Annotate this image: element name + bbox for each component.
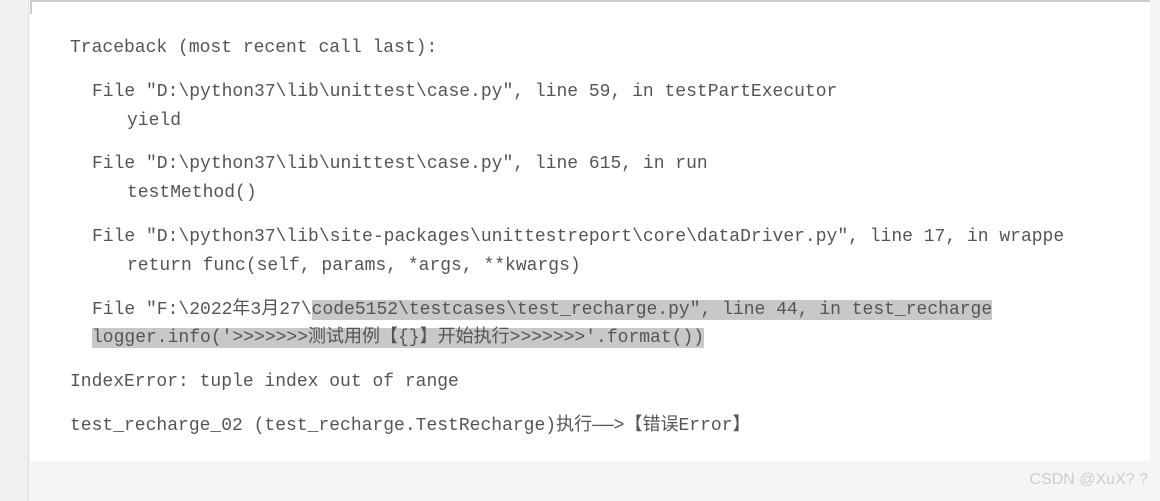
- frame-file-line: File "D:\python37\lib\site-packages\unit…: [92, 223, 1130, 252]
- frame-code-line: logger.info('>>>>>>>测试用例【{}】开始执行>>>>>>>'…: [92, 324, 1130, 353]
- header-divider: [192, 0, 194, 2]
- stack-frame: File "D:\python37\lib\unittest\case.py",…: [92, 150, 1130, 208]
- frame-file-line: File "D:\python37\lib\unittest\case.py",…: [92, 150, 1130, 179]
- stack-frame-highlighted: File "F:\2022年3月27\code5152\testcases\te…: [92, 296, 1130, 354]
- left-margin: [0, 0, 29, 501]
- highlighted-text: code5152\testcases\test_recharge.py", li…: [312, 300, 993, 320]
- frame-file-line: File "F:\2022年3月27\code5152\testcases\te…: [92, 296, 1130, 325]
- traceback-container: Traceback (most recent call last): File …: [30, 14, 1150, 461]
- highlighted-text: logger.info('>>>>>>>测试用例【{}】开始执行>>>>>>>'…: [92, 328, 704, 348]
- frame-path-prefix: File "F:\2022年3月27\: [92, 300, 312, 320]
- frame-code-line: testMethod(): [127, 179, 1130, 208]
- error-message: IndexError: tuple index out of range: [70, 368, 1130, 397]
- header-divider: [572, 0, 574, 2]
- stack-frame: File "D:\python37\lib\site-packages\unit…: [92, 223, 1130, 281]
- frame-code-line: return func(self, params, *args, **kwarg…: [127, 252, 1130, 281]
- frame-file-line: File "D:\python37\lib\unittest\case.py",…: [92, 78, 1130, 107]
- stack-frame: File "D:\python37\lib\unittest\case.py",…: [92, 78, 1130, 136]
- test-result-line: test_recharge_02 (test_recharge.TestRech…: [70, 412, 1130, 441]
- traceback-header: Traceback (most recent call last):: [70, 34, 1130, 63]
- table-header-border: [30, 0, 1150, 14]
- frame-code-line: yield: [127, 107, 1130, 136]
- watermark: CSDN @XuX? ?: [1029, 467, 1148, 493]
